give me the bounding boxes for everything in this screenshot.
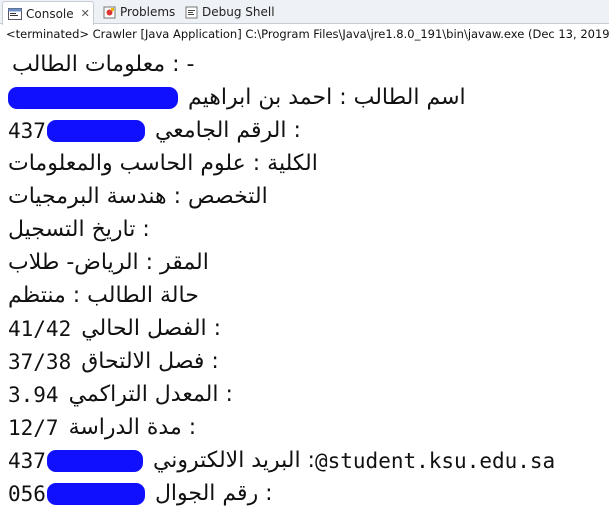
line-admission-term: 37/38 : فصل الالتحاق [8,349,219,374]
debug-shell-icon [185,6,198,19]
tab-problems-label: Problems [120,5,176,19]
tab-console[interactable]: Console ✕ [2,1,94,25]
line-registration-date: : تاريخ التسجيل [8,217,150,242]
tab-debug-shell-label: Debug Shell [202,5,275,19]
line-name: اسم الطالب : احمد بن ابراهيم [8,81,466,114]
redaction-mark [46,449,143,472]
console-icon [8,7,22,20]
problems-icon [103,6,116,19]
line-status: حالة الطالب : منتظم [8,283,199,308]
line-student-id: 437 : الرقم الجامعي [8,118,301,143]
process-status-line: <terminated> Crawler [Java Application] … [6,27,609,41]
close-icon[interactable]: ✕ [81,7,90,20]
line-email: 437 : البريد الالكتروني @student.ksu.edu… [8,448,556,473]
line-major: التخصص : هندسة البرمجيات [8,184,268,209]
line-college: الكلية : علوم الحاسب والمعلومات [8,151,318,176]
redaction-mark [8,86,178,109]
redaction-mark [46,482,145,505]
redaction-mark [46,119,145,142]
tab-problems[interactable]: Problems [98,1,178,23]
line-study-duration: 12/7 : مدة الدراسة [8,415,197,440]
tab-console-label: Console [26,6,74,21]
line-gpa: 3.94 : المعدل التراكمي [8,382,233,407]
line-phone: 056 : رقم الجوال [8,481,273,506]
console-tab-bar: Console ✕ Problems Debug Shell [0,0,609,25]
line-location: المقر : الرياض- طلاب [8,250,209,275]
tab-debug-shell[interactable]: Debug Shell [180,1,275,23]
line-header: - : معلومات الطالب [12,52,195,77]
line-current-term: 41/42 : الفصل الحالي [8,316,222,341]
console-output: - : معلومات الطالب اسم الطالب : احمد بن … [0,44,609,519]
